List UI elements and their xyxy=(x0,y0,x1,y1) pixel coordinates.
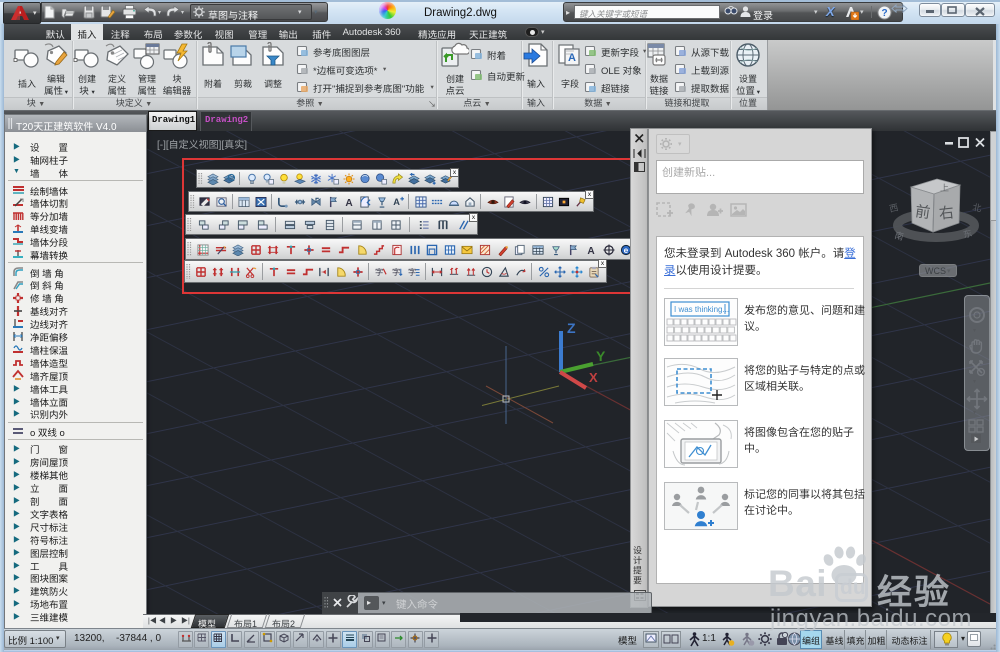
svg-text:字: 字 xyxy=(392,266,400,278)
svg-text:X: X xyxy=(589,370,598,385)
svg-text:西: 西 xyxy=(888,200,900,215)
svg-text:右: 右 xyxy=(938,201,955,223)
svg-text:前: 前 xyxy=(914,200,932,223)
svg-text:A: A xyxy=(345,198,353,208)
svg-text:上: 上 xyxy=(940,181,949,194)
svg-text:?: ? xyxy=(881,8,887,19)
svg-text:字: 字 xyxy=(375,266,383,278)
svg-text:A: A xyxy=(587,246,595,256)
svg-text:e: e xyxy=(624,245,629,255)
svg-text:Z: Z xyxy=(567,320,576,336)
svg-text:A: A xyxy=(393,197,400,207)
svg-text:Y: Y xyxy=(596,348,606,364)
svg-text:字: 字 xyxy=(408,266,416,278)
svg-text:北: 北 xyxy=(971,200,982,214)
svg-text:南: 南 xyxy=(893,228,905,243)
svg-text:I was thinking...: I was thinking... xyxy=(674,305,729,314)
